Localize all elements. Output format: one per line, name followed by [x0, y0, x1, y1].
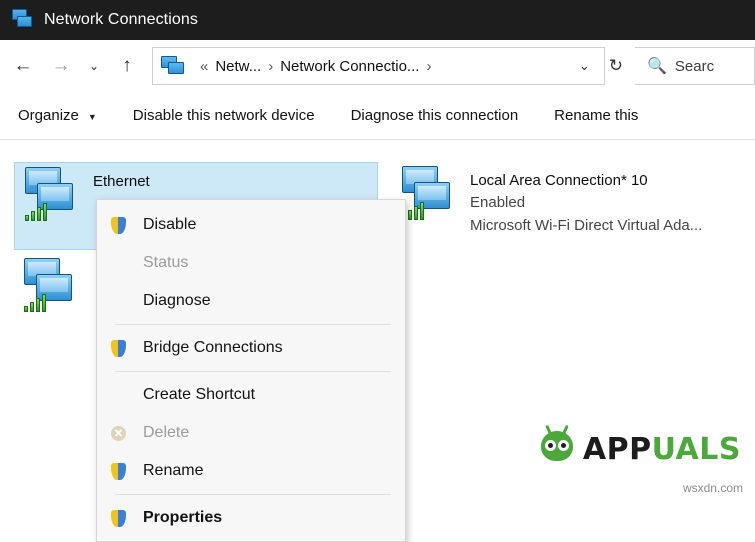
organize-label: Organize [18, 107, 79, 124]
rename-connection-button[interactable]: Rename this [536, 92, 656, 139]
refresh-button[interactable]: ↻ [605, 56, 635, 76]
watermark-text-b: UALS [652, 432, 741, 467]
local-area-text-block: Local Area Connection* 10 Enabled Micros… [470, 162, 702, 237]
appuals-logo-icon [535, 427, 579, 471]
chevron-down-icon[interactable]: ⌄ [565, 58, 604, 74]
shield-icon [105, 507, 131, 529]
menu-separator-2 [115, 371, 391, 372]
context-menu[interactable]: Disable Status Diagnose Bridge Connectio… [96, 199, 406, 542]
chevron-right-icon-1[interactable]: › [261, 58, 280, 75]
diagnose-connection-button[interactable]: Diagnose this connection [333, 92, 537, 139]
no-icon-status [105, 252, 131, 274]
signal-bars-icon-2 [24, 294, 48, 312]
ethernet-text-block: Ethernet [93, 163, 150, 192]
disable-network-device-button[interactable]: Disable this network device [115, 92, 333, 139]
shield-icon [105, 214, 131, 236]
menu-item-label: Bridge Connections [143, 339, 283, 357]
menu-item-label: Delete [143, 424, 189, 442]
chevron-down-icon-organize: ▼ [88, 112, 97, 122]
menu-item-disable[interactable]: Disable [97, 206, 405, 244]
signal-bars-icon [25, 203, 49, 221]
shield-icon [105, 460, 131, 482]
appuals-watermark: APPUALS [535, 427, 741, 471]
menu-separator-3 [115, 494, 391, 495]
shield-icon [105, 337, 131, 359]
command-bar: Organize ▼ Disable this network device D… [0, 92, 755, 140]
no-icon-create-shortcut [105, 384, 131, 406]
network-adapter-icon [22, 258, 88, 314]
chevron-right-icon-2[interactable]: › [419, 58, 438, 75]
search-box[interactable]: 🔍 Searc [635, 47, 755, 85]
ethernet-adapter-icon [23, 167, 89, 223]
search-input[interactable]: Searc [675, 58, 714, 75]
watermark-text: APPUALS [583, 432, 741, 467]
address-network-icon [161, 56, 187, 76]
connection-name: Local Area Connection* 10 [470, 170, 702, 191]
delete-icon [105, 422, 131, 444]
menu-separator-1 [115, 324, 391, 325]
menu-item-label: Create Shortcut [143, 386, 255, 404]
menu-item-rename[interactable]: Rename [97, 452, 405, 490]
connection-name: Ethernet [93, 171, 150, 192]
menu-item-diagnose[interactable]: Diagnose [97, 282, 405, 320]
menu-item-create-shortcut[interactable]: Create Shortcut [97, 376, 405, 414]
menu-item-delete: Delete [97, 414, 405, 452]
forward-button[interactable]: → [42, 46, 80, 86]
list-item-local-area-connection-10[interactable]: Local Area Connection* 10 Enabled Micros… [392, 162, 742, 254]
menu-item-status: Status [97, 244, 405, 282]
window-titlebar: Network Connections [0, 0, 755, 40]
menu-item-label: Status [143, 254, 188, 272]
connection-description: Microsoft Wi-Fi Direct Virtual Ada... [470, 214, 702, 237]
back-button[interactable]: ← [4, 46, 42, 86]
watermark-text-a: APP [583, 432, 652, 467]
menu-item-label: Diagnose [143, 292, 211, 310]
network-connections-icon [12, 9, 34, 31]
up-button[interactable]: ↑ [108, 46, 146, 86]
organize-button[interactable]: Organize ▼ [0, 92, 115, 139]
navigation-bar: ← → ⌄ ↑ « Netw... › Network Connectio...… [0, 40, 755, 92]
search-icon: 🔍 [635, 56, 675, 76]
connection-status: Enabled [470, 191, 702, 214]
menu-item-bridge-connections[interactable]: Bridge Connections [97, 329, 405, 367]
menu-item-label: Rename [143, 462, 203, 480]
virtual-adapter-icon [400, 166, 466, 222]
breadcrumb-item-network[interactable]: Netw... [215, 58, 261, 75]
menu-item-label: Properties [143, 509, 222, 527]
window-title: Network Connections [44, 11, 198, 29]
watermark-url: wsxdn.com [683, 481, 743, 495]
breadcrumb-overflow-icon[interactable]: « [193, 58, 215, 75]
breadcrumb-item-network-connections[interactable]: Network Connectio... [280, 58, 419, 75]
menu-item-properties[interactable]: Properties [97, 499, 405, 537]
no-icon-diagnose [105, 290, 131, 312]
recent-locations-button[interactable]: ⌄ [80, 46, 108, 86]
menu-item-label: Disable [143, 216, 196, 234]
address-bar[interactable]: « Netw... › Network Connectio... › ⌄ [152, 47, 605, 85]
